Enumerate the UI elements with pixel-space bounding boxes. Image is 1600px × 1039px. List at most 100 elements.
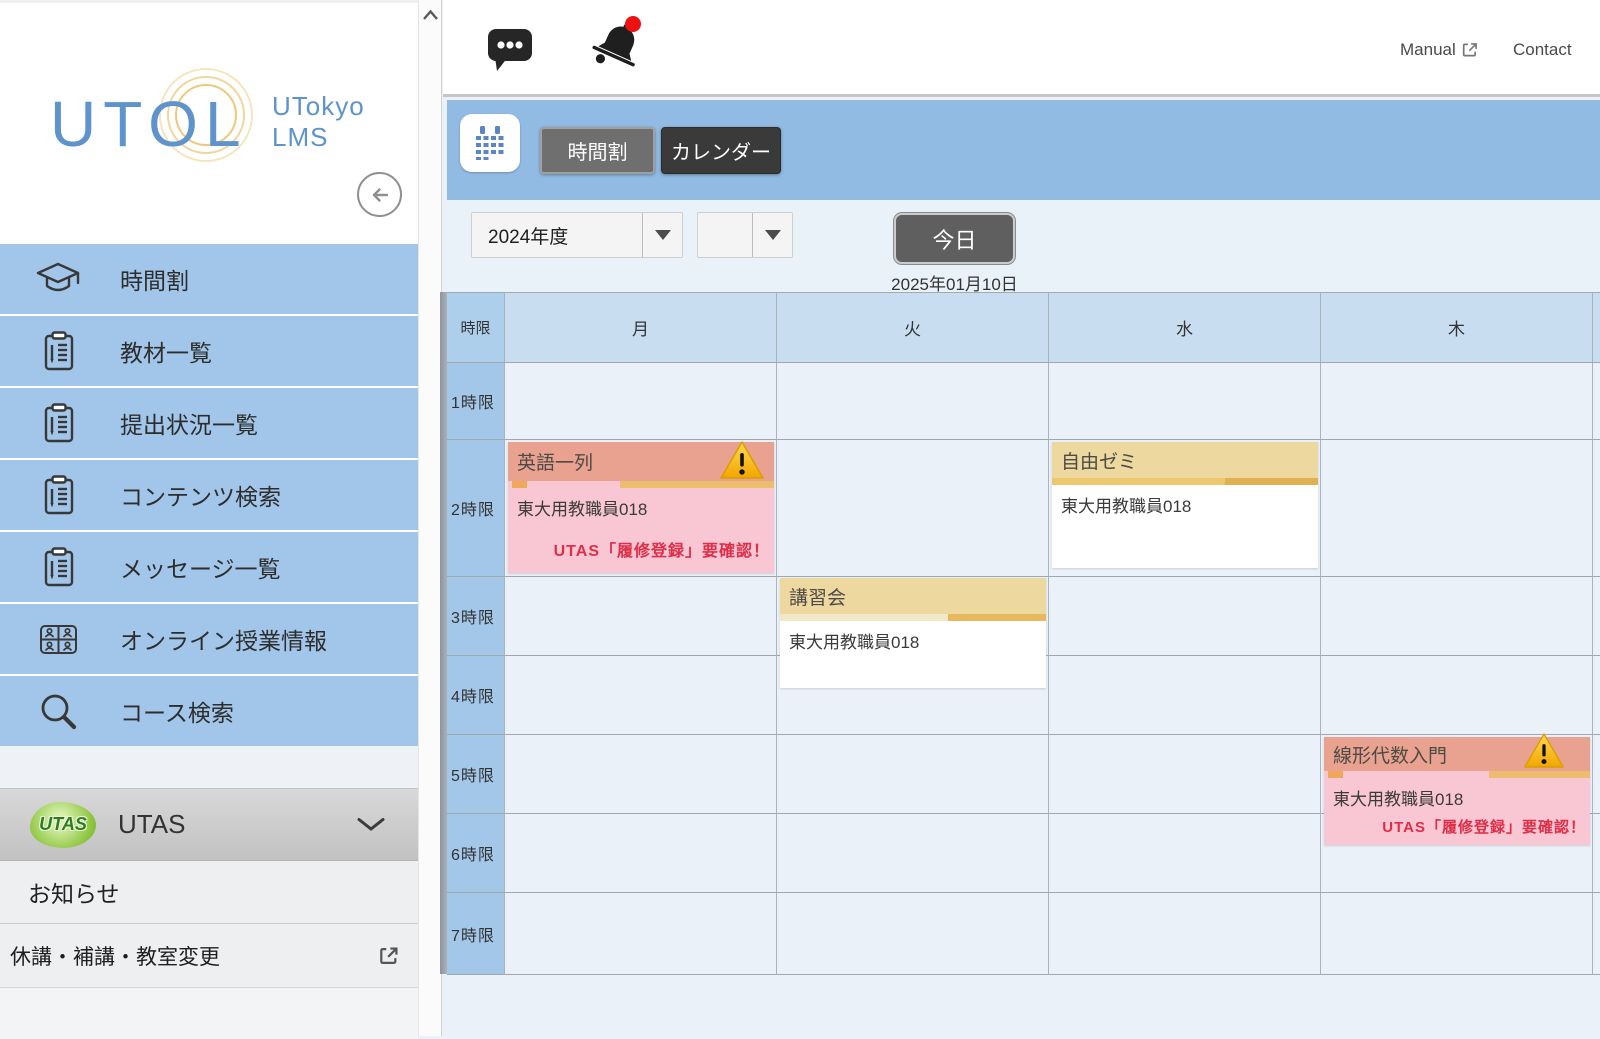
sidebar-footer	[0, 988, 418, 1039]
vertical-scrollbar[interactable]	[418, 0, 442, 1036]
course-card-senkei-daisu[interactable]: 線形代数入門 東大用教職員018 UTAS「履修登録」要確認！	[1324, 737, 1590, 845]
period-label-5: 5時限	[447, 735, 505, 814]
grid-cell	[1593, 440, 1600, 577]
grid-cell	[777, 814, 1049, 893]
grid-cell	[1593, 577, 1600, 656]
manual-label: Manual	[1400, 40, 1456, 60]
grid-cell	[777, 440, 1049, 577]
sidebar-item-submissions[interactable]: 提出状況一覧	[0, 388, 418, 458]
today-button-label: 今日	[932, 223, 976, 255]
calendar-icon-button[interactable]	[460, 114, 520, 172]
dropdown-arrow-icon	[642, 213, 682, 257]
logo-text: UTOL	[50, 87, 248, 161]
period-column-header: 時限	[447, 293, 505, 363]
grid-cell	[1049, 893, 1321, 975]
dropdown-arrow-icon	[752, 213, 792, 257]
timetable-controls: 2024年度 今日 2025年01月10日	[447, 200, 1600, 292]
today-button[interactable]: 今日	[894, 213, 1015, 264]
tab-timetable[interactable]: 時間割	[540, 127, 655, 174]
grid-cell	[1593, 814, 1600, 893]
utas-label: UTAS	[118, 809, 185, 840]
sidebar-link-class-changes[interactable]: 休講・補講・教室変更	[0, 924, 418, 988]
arrow-left-icon	[366, 181, 394, 209]
grid-cell	[505, 814, 777, 893]
grid-cell	[1593, 893, 1600, 975]
sidebar-item-course-search[interactable]: コース検索	[0, 676, 418, 746]
sidebar-item-label: 提出状況一覧	[120, 406, 258, 440]
course-card-koshukai[interactable]: 講習会 東大用教職員018	[780, 578, 1046, 688]
chat-button[interactable]	[485, 24, 535, 79]
course-card-jiyu-zemi[interactable]: 自由ゼミ 東大用教職員018	[1052, 442, 1318, 568]
period-label-2: 2時限	[447, 440, 505, 577]
table-left-border	[440, 292, 447, 974]
calendar-icon	[471, 124, 509, 162]
period-label-3: 3時限	[447, 577, 505, 656]
course-teacher: 東大用教職員018	[1324, 778, 1590, 810]
contact-link[interactable]: Contact	[1513, 40, 1572, 60]
tab-calendar[interactable]: カレンダー	[661, 127, 781, 174]
course-title: 自由ゼミ	[1061, 447, 1137, 474]
class-changes-label: 休講・補講・教室変更	[10, 941, 220, 971]
grid-cell	[1321, 363, 1593, 440]
notification-dot	[625, 16, 641, 32]
video-grid-icon	[34, 617, 82, 661]
grid-cell	[505, 577, 777, 656]
sidebar-item-label: オンライン授業情報	[120, 622, 327, 656]
grid-cell	[1593, 735, 1600, 814]
notifications-button[interactable]	[591, 14, 653, 81]
bell-icon	[591, 14, 653, 76]
clipboard-icon	[34, 329, 82, 373]
tab-calendar-label: カレンダー	[671, 136, 771, 165]
topbar: Manual Contact	[443, 0, 1600, 97]
utas-section-toggle[interactable]: UTAS UTAS	[0, 788, 418, 861]
year-select[interactable]: 2024年度	[471, 212, 683, 258]
sidebar-collapse-button[interactable]	[357, 172, 402, 217]
course-teacher: 東大用教職員018	[508, 488, 774, 520]
grid-cell	[777, 893, 1049, 975]
period-label-1: 1時限	[447, 363, 505, 440]
sidebar-menu: 時間割 教材一覧	[0, 244, 418, 748]
course-title: 講習会	[789, 583, 846, 610]
day-header-thu: 木	[1321, 293, 1593, 363]
sidebar-item-materials[interactable]: 教材一覧	[0, 316, 418, 386]
year-select-value: 2024年度	[472, 222, 642, 249]
course-title: 線形代数入門	[1333, 741, 1447, 768]
sidebar-item-label: 時間割	[120, 262, 189, 296]
sidebar-spacer	[0, 746, 418, 788]
warning-icon	[1522, 731, 1566, 771]
sidebar-item-label: 教材一覧	[120, 334, 212, 368]
sidebar-link-notices[interactable]: お知らせ	[0, 861, 418, 924]
scroll-up-button[interactable]	[420, 4, 441, 26]
sidebar-item-label: コンテンツ検索	[120, 478, 281, 512]
logo-subtext: UTokyo LMS	[272, 91, 365, 153]
term-select[interactable]	[697, 212, 793, 258]
grid-cell	[1593, 656, 1600, 735]
chevron-up-icon	[422, 9, 439, 21]
sidebar-item-label: コース検索	[120, 694, 234, 728]
sidebar-item-timetable[interactable]: 時間割	[0, 244, 418, 314]
utol-logo: UTOL UTokyo LMS	[50, 65, 390, 175]
period-label-6: 6時限	[447, 814, 505, 893]
grid-cell	[505, 893, 777, 975]
sidebar-item-messages[interactable]: メッセージ一覧	[0, 532, 418, 602]
period-label-7: 7時限	[447, 893, 505, 975]
grid-cell	[777, 735, 1049, 814]
grid-cell	[777, 363, 1049, 440]
sidebar-item-content-search[interactable]: コンテンツ検索	[0, 460, 418, 530]
sidebar-item-online-class[interactable]: オンライン授業情報	[0, 604, 418, 674]
utas-logo-icon: UTAS	[30, 802, 96, 848]
manual-link[interactable]: Manual	[1400, 40, 1479, 60]
grid-cell	[1049, 814, 1321, 893]
warning-icon	[718, 439, 766, 482]
grid-cell	[1049, 577, 1321, 656]
grid-cell	[505, 656, 777, 735]
day-header-mon: 月	[505, 293, 777, 363]
grid-cell	[1321, 577, 1593, 656]
sidebar-item-label: メッセージ一覧	[120, 550, 281, 584]
course-card-eigo-ichiretsu[interactable]: 英語一列 東大用教職員018 UTAS「履修登録」要確認！	[508, 442, 774, 573]
clipboard-icon	[34, 401, 82, 445]
chevron-down-icon	[356, 817, 386, 832]
grid-cell	[505, 735, 777, 814]
notice-label: お知らせ	[28, 875, 120, 909]
day-header-tue: 火	[777, 293, 1049, 363]
